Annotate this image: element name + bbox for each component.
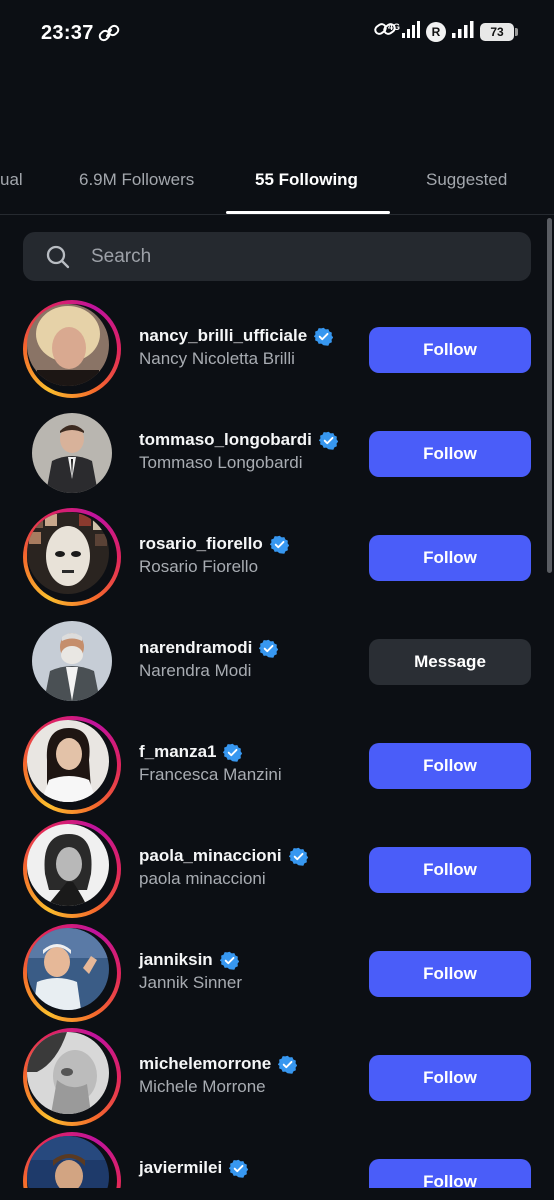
account-names: paola_minaccioni paola minaccioni [139, 844, 308, 889]
verified-badge-icon [314, 327, 334, 346]
avatar[interactable] [23, 716, 121, 814]
account-names: rosario_fiorello Rosario Fiorello [139, 532, 289, 577]
full-name: Michele Morrone [139, 1077, 266, 1096]
signal-icon-2 [452, 20, 474, 43]
tab-mutual[interactable]: ual [0, 170, 23, 190]
account-names: michelemorrone Michele Morrone [139, 1052, 298, 1097]
avatar[interactable] [23, 1028, 121, 1126]
avatar[interactable] [23, 612, 121, 710]
follow-button[interactable]: Follow [369, 951, 531, 997]
follow-button[interactable]: Follow [369, 327, 531, 373]
full-name: paola minaccioni [139, 869, 266, 888]
bottom-edge [0, 1188, 554, 1200]
follow-button[interactable]: Follow [369, 1055, 531, 1101]
full-name: Narendra Modi [139, 661, 252, 680]
full-name: Jannik Sinner [139, 973, 243, 992]
account-names: javiermilei [139, 1156, 249, 1181]
list-item[interactable]: nancy_brilli_ufficiale Nancy Nicoletta B… [0, 298, 554, 402]
verified-badge-icon [269, 535, 289, 554]
account-names: tommaso_longobardi Tommaso Longobardi [139, 428, 338, 473]
avatar[interactable] [23, 508, 121, 606]
hotspot-icon [374, 20, 396, 43]
full-name: Tommaso Longobardi [139, 453, 303, 472]
verified-badge-icon [223, 743, 243, 762]
verified-badge-icon [259, 639, 279, 658]
signal-icon [402, 20, 420, 43]
profile-photo [27, 304, 109, 386]
battery-icon: 73 [480, 22, 518, 41]
verified-badge-icon [278, 1055, 298, 1074]
list-item[interactable]: tommaso_longobardi Tommaso Longobardi Fo… [0, 402, 554, 506]
follow-button[interactable]: Follow [369, 535, 531, 581]
account-names: nancy_brilli_ufficiale Nancy Nicoletta B… [139, 324, 334, 369]
profile-photo [27, 512, 109, 594]
tab-suggested[interactable]: Suggested [426, 170, 507, 190]
verified-badge-icon [219, 951, 239, 970]
follow-button[interactable]: Follow [369, 743, 531, 789]
account-names: f_manza1 Francesca Manzini [139, 740, 282, 785]
carrier-badge-icon: R [426, 21, 446, 42]
avatar[interactable] [23, 820, 121, 918]
message-button[interactable]: Message [369, 639, 531, 685]
avatar[interactable] [23, 404, 121, 502]
username[interactable]: paola_minaccioni [139, 846, 282, 866]
username[interactable]: nancy_brilli_ufficiale [139, 326, 307, 346]
follow-button[interactable]: Follow [369, 431, 531, 477]
list-item[interactable]: narendramodi Narendra Modi Message [0, 610, 554, 714]
status-icons: R 73 [374, 20, 518, 43]
username[interactable]: michelemorrone [139, 1054, 271, 1074]
tabs-divider [0, 214, 554, 215]
status-time: 23:37 [41, 22, 94, 44]
username[interactable]: javiermilei [139, 1158, 222, 1178]
link-icon [98, 24, 120, 47]
list-item[interactable]: michelemorrone Michele Morrone Follow [0, 1026, 554, 1130]
profile-photo [27, 824, 109, 906]
search-bar[interactable] [23, 232, 531, 281]
tab-bar: ual 6.9M Followers 55 Following Suggeste… [0, 160, 554, 216]
verified-badge-icon [229, 1159, 249, 1178]
status-bar: 23:37 4G R 73 [0, 0, 554, 68]
verified-badge-icon [288, 847, 308, 866]
avatar[interactable] [23, 924, 121, 1022]
username[interactable]: narendramodi [139, 638, 252, 658]
profile-photo [27, 928, 109, 1010]
list-item[interactable]: rosario_fiorello Rosario Fiorello Follow [0, 506, 554, 610]
list-item[interactable]: janniksin Jannik Sinner Follow [0, 922, 554, 1026]
profile-photo [32, 621, 112, 701]
account-names: narendramodi Narendra Modi [139, 636, 279, 681]
username[interactable]: rosario_fiorello [139, 534, 263, 554]
full-name: Francesca Manzini [139, 765, 282, 784]
username[interactable]: janniksin [139, 950, 213, 970]
username[interactable]: f_manza1 [139, 742, 216, 762]
tab-following[interactable]: 55 Following [255, 170, 358, 190]
full-name: Nancy Nicoletta Brilli [139, 349, 295, 368]
avatar[interactable] [23, 300, 121, 398]
list-item[interactable]: paola_minaccioni paola minaccioni Follow [0, 818, 554, 922]
profile-photo [27, 1032, 109, 1114]
search-input[interactable] [91, 232, 511, 281]
search-icon [45, 244, 71, 275]
account-names: janniksin Jannik Sinner [139, 948, 242, 993]
verified-badge-icon [318, 431, 338, 450]
profile-photo [27, 720, 109, 802]
profile-photo [32, 413, 112, 493]
username[interactable]: tommaso_longobardi [139, 430, 312, 450]
list-item[interactable]: f_manza1 Francesca Manzini Follow [0, 714, 554, 818]
full-name: Rosario Fiorello [139, 557, 259, 576]
tab-followers[interactable]: 6.9M Followers [79, 170, 194, 190]
follow-button[interactable]: Follow [369, 847, 531, 893]
